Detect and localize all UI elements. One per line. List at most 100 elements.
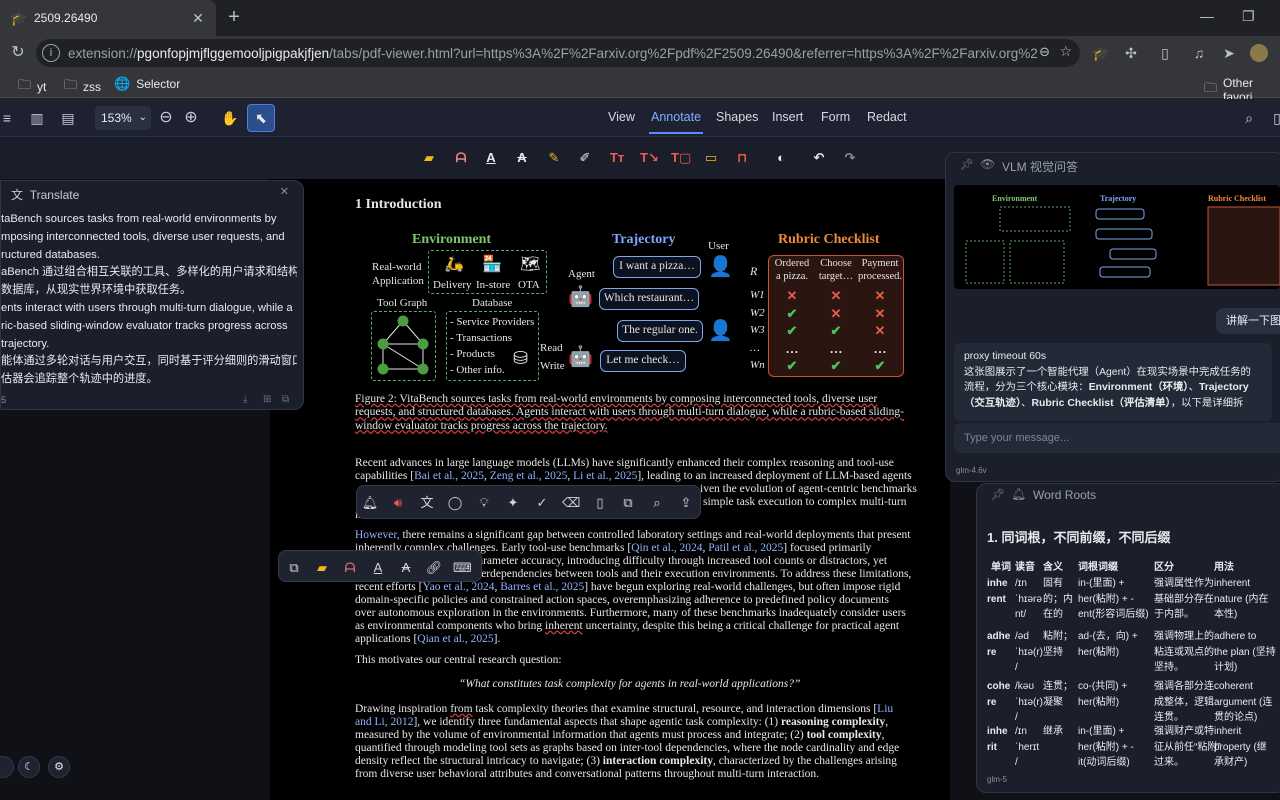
menu-shapes[interactable]: Shapes <box>716 110 758 124</box>
puzzle-extension-icon[interactable]: ✣ <box>1122 44 1140 62</box>
sidebar-toggle-icon[interactable]: ▥ <box>26 107 48 129</box>
text-callout-icon[interactable]: T↘ <box>640 149 659 167</box>
address-bar[interactable]: i extension://pgonfopjmjflggemooljpigpak… <box>36 39 1080 67</box>
message-input[interactable]: Type your message... <box>954 423 1280 453</box>
translate-icon[interactable]: 文 <box>418 494 436 512</box>
word-roots-cell: co-(共同) + <box>1078 681 1128 692</box>
download-icon[interactable]: ⤓ <box>243 394 247 405</box>
squiggly-icon[interactable]: ᗩ <box>452 149 470 167</box>
menu-annotate[interactable]: Annotate <box>648 110 704 134</box>
bookmark-star-icon[interactable]: ☆ <box>1059 43 1072 60</box>
rubric-row-label: … <box>750 341 760 354</box>
link-icon[interactable]: 🔗︎ <box>425 559 443 577</box>
moon-icon[interactable]: ☾ <box>18 756 40 778</box>
zoom-out-icon[interactable]: ⊖ <box>155 107 177 129</box>
word-roots-cell: adhere to <box>1214 631 1257 642</box>
site-info-icon[interactable]: i <box>42 44 60 62</box>
stamp-icon[interactable]: ⊓ <box>733 149 751 167</box>
eye-icon[interactable]: 👁︎ <box>980 157 995 171</box>
underline-icon[interactable]: A <box>482 149 500 167</box>
marker-icon[interactable]: ✐ <box>576 149 594 167</box>
palette-icon[interactable]: ◐ <box>772 149 790 167</box>
pin-icon[interactable]: ⊞ <box>263 394 271 405</box>
pen-icon[interactable]: ✎ <box>545 149 563 167</box>
copy-icon[interactable]: ⧉ <box>285 559 303 577</box>
word-roots-cell: re <box>987 696 997 708</box>
bookmark-folder-yt[interactable]: 🗀 yt <box>18 76 46 98</box>
settings-gear-icon[interactable]: ⚙ <box>48 756 70 778</box>
para3: This motivates our central research ques… <box>355 654 562 666</box>
document-icon[interactable]: ▤ <box>57 107 79 129</box>
agent-label: Agent <box>568 268 595 280</box>
lightbulb-icon[interactable]: 💡︎ <box>475 494 493 512</box>
word-roots-cell: rit <box>987 741 997 753</box>
pin-icon[interactable]: 📌︎ <box>991 488 1005 501</box>
zoom-select[interactable]: 153% ⌄ <box>95 106 151 130</box>
highlighter-bag-icon[interactable]: ▰ <box>420 149 438 167</box>
menu-view[interactable]: View <box>608 110 635 124</box>
restore-icon[interactable]: ❐ <box>1242 8 1255 25</box>
hand-tool-icon[interactable]: ✋ <box>219 107 241 129</box>
undo-icon[interactable]: ↶ <box>810 149 828 167</box>
comment-icon[interactable]: ▭ <box>702 149 720 167</box>
split-view-icon[interactable]: ▯ <box>1156 44 1174 62</box>
menu-insert[interactable]: Insert <box>772 110 803 124</box>
select-tool-icon[interactable]: ⬉ <box>247 104 275 132</box>
translate-footer: 5 <box>1 395 7 405</box>
redo-icon[interactable]: ↷ <box>841 149 859 167</box>
zoom-lens-icon[interactable]: ⊖ <box>1039 44 1050 60</box>
squiggly-icon[interactable]: ᗩ <box>341 559 359 577</box>
bell-icon[interactable]: 🔔︎ <box>361 494 379 512</box>
word-roots-cell: in-(里面) + <box>1078 726 1125 737</box>
word-roots-cell: in-(里面) + <box>1078 578 1125 589</box>
profile-avatar[interactable] <box>1250 44 1268 62</box>
search-icon[interactable]: ⌕ <box>1238 107 1260 129</box>
new-tab-icon[interactable]: + <box>222 6 246 30</box>
rubric-r-symbol: R <box>750 264 758 278</box>
text-box-icon[interactable]: T▢ <box>671 149 691 167</box>
word-roots-title: Word Roots <box>1033 488 1097 502</box>
browser-tab[interactable]: 🎓 2509.26490 ✕ <box>0 0 216 36</box>
application-label: Application <box>372 275 424 287</box>
search-icon[interactable]: ⌕ <box>648 494 666 512</box>
speaker-icon[interactable]: 🔊︎ <box>389 494 407 512</box>
copy-icon[interactable]: ⧉ <box>619 494 637 512</box>
send-icon[interactable]: ➤ <box>1220 44 1238 62</box>
close-tab-icon[interactable]: ✕ <box>190 10 206 27</box>
share-icon[interactable]: ⇪ <box>677 494 695 512</box>
bell-icon[interactable]: 🔔︎ <box>1011 487 1026 501</box>
research-question: “What constitutes task complexity for ag… <box>459 678 801 690</box>
copy-icon[interactable]: ⧉ <box>282 394 289 405</box>
check-circle-icon[interactable]: ✓ <box>533 494 551 512</box>
menu-redact[interactable]: Redact <box>867 110 907 124</box>
strikethrough-icon[interactable]: A <box>397 559 415 577</box>
more-icon[interactable]: ▯ <box>1266 107 1280 129</box>
word-roots-cell: re <box>987 646 997 658</box>
underline-icon[interactable]: A <box>369 559 387 577</box>
word-roots-cell: the plan (坚持 <box>1214 646 1276 658</box>
menu-form[interactable]: Form <box>821 110 850 124</box>
text-tool-icon[interactable]: Tт <box>608 149 626 167</box>
word-roots-cell: her(粘附) + - <box>1078 593 1134 605</box>
highlighter-icon[interactable]: ▰ <box>313 559 331 577</box>
bookmark-icon[interactable]: ▯ <box>591 494 609 512</box>
user-message: 讲解一下图... <box>1216 308 1280 334</box>
word-roots-cell: 凝聚 <box>1043 696 1063 708</box>
chat-icon[interactable]: ◯ <box>446 494 464 512</box>
zoom-in-icon[interactable]: ⊕ <box>180 107 202 129</box>
reload-icon[interactable]: ↻ <box>8 43 28 63</box>
magic-wand-icon[interactable]: ✦ <box>504 494 522 512</box>
minimize-icon[interactable]: — <box>1200 8 1214 24</box>
menu-icon[interactable]: ≡ <box>0 107 18 129</box>
rubric-row-label: W3 <box>750 324 765 336</box>
media-icon[interactable]: ♫ <box>1190 44 1208 62</box>
strikethrough-icon[interactable]: A <box>513 149 531 167</box>
keyboard-icon[interactable]: ⌨ <box>453 559 472 577</box>
hat-extension-icon[interactable]: 🎓 <box>1092 44 1110 62</box>
bookmark-selector[interactable]: 🌐 Selector <box>114 76 180 92</box>
bookmark-folder-zss[interactable]: 🗀 zss <box>64 76 101 98</box>
delivery-icon: 🛵 <box>444 256 464 273</box>
eraser-icon[interactable]: ⌫ <box>562 494 580 512</box>
close-icon[interactable]: ✕ <box>280 185 289 198</box>
pin-icon[interactable]: 📌︎ <box>960 158 974 171</box>
